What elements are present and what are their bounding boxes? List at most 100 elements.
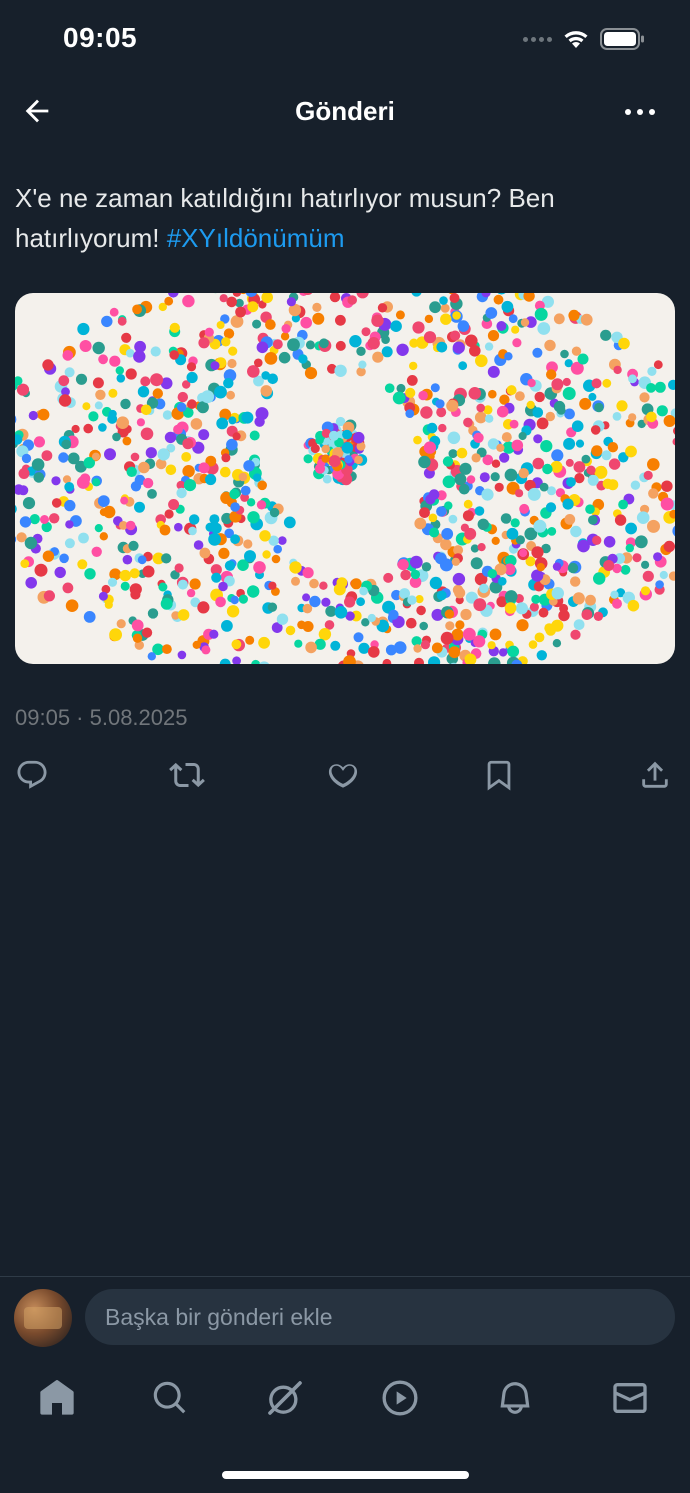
- confetti-dot: [518, 468, 529, 479]
- confetti-dot: [452, 341, 465, 354]
- tab-home[interactable]: [35, 1376, 79, 1420]
- confetti-dot: [673, 427, 675, 435]
- confetti-dot: [271, 554, 281, 564]
- confetti-dot: [567, 562, 579, 574]
- confetti-dot: [116, 416, 129, 429]
- hashtag-link[interactable]: #XYıldönümüm: [167, 223, 345, 253]
- post-timestamp: 09:05 · 5.08.2025: [15, 705, 188, 730]
- confetti-dot: [273, 544, 283, 554]
- confetti-dot: [34, 563, 48, 577]
- confetti-dot: [384, 383, 395, 393]
- confetti-dot: [84, 568, 96, 580]
- tab-grok[interactable]: [263, 1376, 307, 1420]
- cellular-signal-icon: [523, 36, 552, 42]
- confetti-dot: [319, 581, 328, 590]
- confetti-dot: [654, 381, 666, 393]
- confetti-dot: [229, 488, 240, 500]
- confetti-dot: [532, 457, 545, 470]
- confetti-dot: [58, 394, 72, 407]
- confetti-dot: [92, 377, 104, 389]
- confetti-dot: [586, 465, 596, 475]
- confetti-dot: [25, 577, 37, 589]
- confetti-dot: [161, 553, 172, 564]
- confetti-dot: [570, 525, 582, 538]
- confetti-dot: [512, 338, 522, 348]
- confetti-dot: [442, 475, 456, 489]
- confetti-dot: [168, 499, 180, 510]
- confetti-dot: [305, 340, 315, 350]
- confetti-dot: [516, 619, 529, 632]
- avatar[interactable]: [14, 1289, 72, 1347]
- confetti-dot: [211, 572, 222, 583]
- confetti-dot: [536, 563, 545, 572]
- repost-button[interactable]: [167, 755, 207, 795]
- confetti-dot: [438, 423, 447, 433]
- confetti-dot: [372, 351, 384, 363]
- confetti-dot: [181, 452, 192, 462]
- confetti-dot: [276, 613, 289, 625]
- post-image[interactable]: [15, 293, 675, 664]
- reply-input[interactable]: [85, 1289, 675, 1345]
- confetti-dot: [436, 590, 447, 601]
- confetti-dot: [344, 596, 356, 608]
- confetti-dot: [210, 361, 220, 371]
- confetti-dot: [551, 378, 564, 391]
- confetti-dot: [625, 543, 634, 553]
- confetti-dot: [577, 539, 590, 553]
- confetti-dot: [15, 504, 17, 514]
- confetti-dot: [519, 503, 530, 514]
- confetti-dot: [383, 572, 394, 583]
- confetti-dot: [440, 538, 452, 551]
- like-button[interactable]: [323, 755, 363, 795]
- confetti-dot: [64, 367, 75, 378]
- confetti-dot: [33, 436, 45, 448]
- confetti-dot: [603, 536, 616, 548]
- confetti-dot: [533, 434, 543, 444]
- confetti-dot: [224, 560, 236, 571]
- confetti-dot: [131, 619, 144, 632]
- confetti-dot: [473, 598, 487, 612]
- confetti-dot: [504, 468, 518, 482]
- confetti-dot: [20, 559, 30, 568]
- confetti-dot: [442, 456, 454, 467]
- confetti-dot: [104, 600, 113, 609]
- confetti-dot: [177, 402, 187, 412]
- confetti-dot: [232, 656, 241, 664]
- confetti-dot: [253, 561, 266, 574]
- confetti-dot: [608, 458, 621, 470]
- confetti-dot: [625, 522, 637, 535]
- confetti-dot: [183, 479, 197, 492]
- bookmark-button[interactable]: [479, 755, 519, 795]
- more-button[interactable]: [620, 94, 660, 130]
- confetti-dot: [281, 324, 291, 334]
- confetti-dot: [256, 341, 269, 354]
- confetti-dot: [396, 343, 409, 356]
- confetti-dot: [487, 330, 500, 342]
- confetti-dot: [602, 478, 613, 489]
- confetti-dot: [553, 400, 566, 413]
- share-button[interactable]: [635, 755, 675, 795]
- tab-messages[interactable]: [608, 1376, 652, 1420]
- confetti-dot: [249, 430, 260, 441]
- confetti-dot: [235, 306, 247, 318]
- confetti-dot: [120, 398, 131, 410]
- confetti-dot: [335, 314, 346, 326]
- status-time: 09:05: [63, 22, 138, 53]
- confetti-dot: [109, 307, 119, 317]
- confetti-dot: [117, 316, 127, 326]
- confetti-dot: [630, 480, 641, 490]
- confetti-dot: [571, 346, 582, 356]
- confetti-dot: [563, 437, 576, 450]
- tab-search[interactable]: [148, 1376, 192, 1420]
- home-icon: [40, 1380, 74, 1415]
- confetti-dot: [216, 321, 225, 329]
- confetti-dot: [448, 646, 461, 659]
- confetti-dot: [429, 576, 443, 590]
- tab-notifications[interactable]: [493, 1376, 537, 1420]
- like-icon: [328, 764, 358, 788]
- reply-button[interactable]: [12, 755, 52, 795]
- tab-video[interactable]: [378, 1376, 422, 1420]
- confetti-dot: [643, 470, 653, 480]
- confetti-dot: [428, 513, 438, 523]
- confetti-dot: [428, 656, 441, 664]
